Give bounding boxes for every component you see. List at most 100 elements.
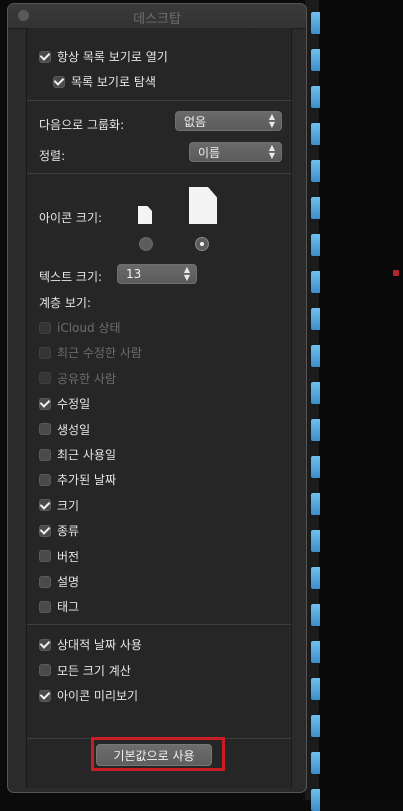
desktop-folder-icon <box>311 789 320 811</box>
divider <box>27 100 291 101</box>
column-item-label: 생성일 <box>57 422 91 437</box>
sort-by-value: 이름 <box>198 145 221 160</box>
extra-option-label: 아이콘 미리보기 <box>57 689 139 703</box>
title-bar[interactable]: 데스크탑 <box>8 4 306 29</box>
column-item-option[interactable]: 수정일 <box>39 395 90 412</box>
window-title: 데스크탑 <box>133 12 181 27</box>
chevron-updown-icon: ▲ ▼ <box>183 265 190 282</box>
group-by-value: 없음 <box>184 114 207 129</box>
column-item-label: 버전 <box>57 549 80 564</box>
group-by-select[interactable]: 없음 ▲ ▼ <box>175 111 282 131</box>
column-item-option[interactable]: 크기 <box>39 497 79 514</box>
desktop-folder-icon <box>311 715 320 737</box>
desktop-folder-icon <box>311 160 320 182</box>
icon-size-large-radio[interactable] <box>195 237 209 251</box>
column-item-checkbox[interactable] <box>39 524 51 537</box>
column-item-checkbox <box>39 372 51 385</box>
desktop-folder-icon <box>311 271 320 293</box>
column-item-checkbox[interactable] <box>39 600 51 613</box>
sort-by-label: 정렬: <box>39 149 66 163</box>
browse-in-list-view-label: 목록 보기로 탐색 <box>71 75 156 89</box>
view-options-window: 데스크탑 항상 목록 보기로 열기 목록 보기로 탐색 다음으로 그룹화: 없음… <box>7 3 307 793</box>
desktop-folder-icon <box>311 678 320 700</box>
options-panel: 항상 목록 보기로 열기 목록 보기로 탐색 다음으로 그룹화: 없음 ▲ ▼ 정… <box>26 28 292 788</box>
desktop-item-marker <box>393 270 399 276</box>
icon-size-label: 아이콘 크기: <box>39 211 103 225</box>
chevron-updown-icon: ▲ ▼ <box>268 143 275 160</box>
chevron-updown-icon: ▲ ▼ <box>268 112 275 129</box>
extra-option-checkbox[interactable] <box>39 664 51 676</box>
column-item-label: 태그 <box>57 600 80 615</box>
column-item-option: 최근 수정한 사람 <box>39 344 142 361</box>
column-item-option[interactable]: 추가된 날짜 <box>39 471 116 488</box>
column-item-label: 최근 수정한 사람 <box>57 346 142 361</box>
extra-option-label: 상대적 날짜 사용 <box>57 638 142 652</box>
column-item-option[interactable]: 종류 <box>39 522 79 539</box>
desktop-folder-icon <box>311 197 320 219</box>
column-item-label: 수정일 <box>57 397 91 412</box>
column-item-checkbox[interactable] <box>39 397 51 410</box>
column-item-label: 종류 <box>57 524 80 539</box>
column-item-option[interactable]: 최근 사용일 <box>39 446 116 463</box>
text-size-value: 13 <box>126 267 142 281</box>
extra-option-option[interactable]: 아이콘 미리보기 <box>39 687 138 704</box>
column-item-checkbox[interactable] <box>39 499 51 512</box>
column-item-label: iCloud 상태 <box>57 321 121 335</box>
desktop-folder-icon <box>311 604 320 626</box>
column-item-label: 설명 <box>57 575 80 589</box>
divider <box>27 624 291 625</box>
column-item-label: 공유한 사람 <box>57 371 117 386</box>
open-in-list-view-label: 항상 목록 보기로 열기 <box>57 50 168 64</box>
extra-option-option[interactable]: 모든 크기 계산 <box>39 662 131 679</box>
desktop-folder-icon <box>311 641 320 663</box>
column-item-label: 최근 사용일 <box>57 448 117 462</box>
browse-in-list-view-checkbox[interactable] <box>53 75 65 88</box>
text-size-select[interactable]: 13 ▲ ▼ <box>117 264 197 284</box>
column-item-label: 추가된 날짜 <box>57 473 117 488</box>
extra-option-checkbox[interactable] <box>39 689 51 702</box>
desktop-folder-icon <box>311 530 320 552</box>
open-in-list-view-option[interactable]: 항상 목록 보기로 열기 <box>39 48 168 65</box>
desktop-folder-icon <box>311 234 320 256</box>
desktop-folder-icon <box>311 567 320 589</box>
large-document-icon <box>189 187 217 224</box>
column-item-option[interactable]: 설명 <box>39 573 79 590</box>
small-document-icon <box>138 206 152 224</box>
column-item-option: iCloud 상태 <box>39 319 121 336</box>
divider <box>27 173 291 174</box>
column-item-checkbox[interactable] <box>39 423 51 436</box>
desktop-folder-icon <box>311 456 320 478</box>
desktop-folder-icon <box>311 752 320 774</box>
desktop-folder-icon <box>311 308 320 330</box>
browse-in-list-view-option[interactable]: 목록 보기로 탐색 <box>53 73 156 90</box>
desktop-folder-icon <box>311 493 320 515</box>
column-item-checkbox[interactable] <box>39 473 51 486</box>
column-item-checkbox[interactable] <box>39 575 51 588</box>
desktop-folder-icon <box>311 49 320 71</box>
group-by-label: 다음으로 그룹화: <box>39 118 125 132</box>
extra-option-label: 모든 크기 계산 <box>57 663 131 678</box>
sort-by-select[interactable]: 이름 ▲ ▼ <box>189 142 282 162</box>
desktop-folder-icon <box>311 86 320 108</box>
columns-heading: 계층 보기: <box>39 296 92 310</box>
desktop-folder-icon <box>311 345 320 367</box>
desktop-folder-icon <box>311 12 320 34</box>
desktop-folder-icon <box>311 123 320 145</box>
text-size-label: 텍스트 크기: <box>39 270 103 284</box>
column-item-option[interactable]: 태그 <box>39 598 79 615</box>
column-item-option[interactable]: 버전 <box>39 548 79 565</box>
column-item-checkbox[interactable] <box>39 550 51 563</box>
highlight-box <box>91 737 225 771</box>
column-item-checkbox[interactable] <box>39 448 51 461</box>
desktop-folder-icon <box>311 382 320 404</box>
column-item-option[interactable]: 생성일 <box>39 421 90 438</box>
column-item-label: 크기 <box>57 498 80 513</box>
open-in-list-view-checkbox[interactable] <box>39 50 51 63</box>
extra-option-checkbox[interactable] <box>39 638 51 651</box>
column-item-checkbox <box>39 321 51 334</box>
column-item-checkbox <box>39 346 51 359</box>
icon-size-small-radio[interactable] <box>139 237 153 251</box>
column-item-option: 공유한 사람 <box>39 370 116 387</box>
desktop-folder-icon <box>311 419 320 441</box>
extra-option-option[interactable]: 상대적 날짜 사용 <box>39 636 142 653</box>
